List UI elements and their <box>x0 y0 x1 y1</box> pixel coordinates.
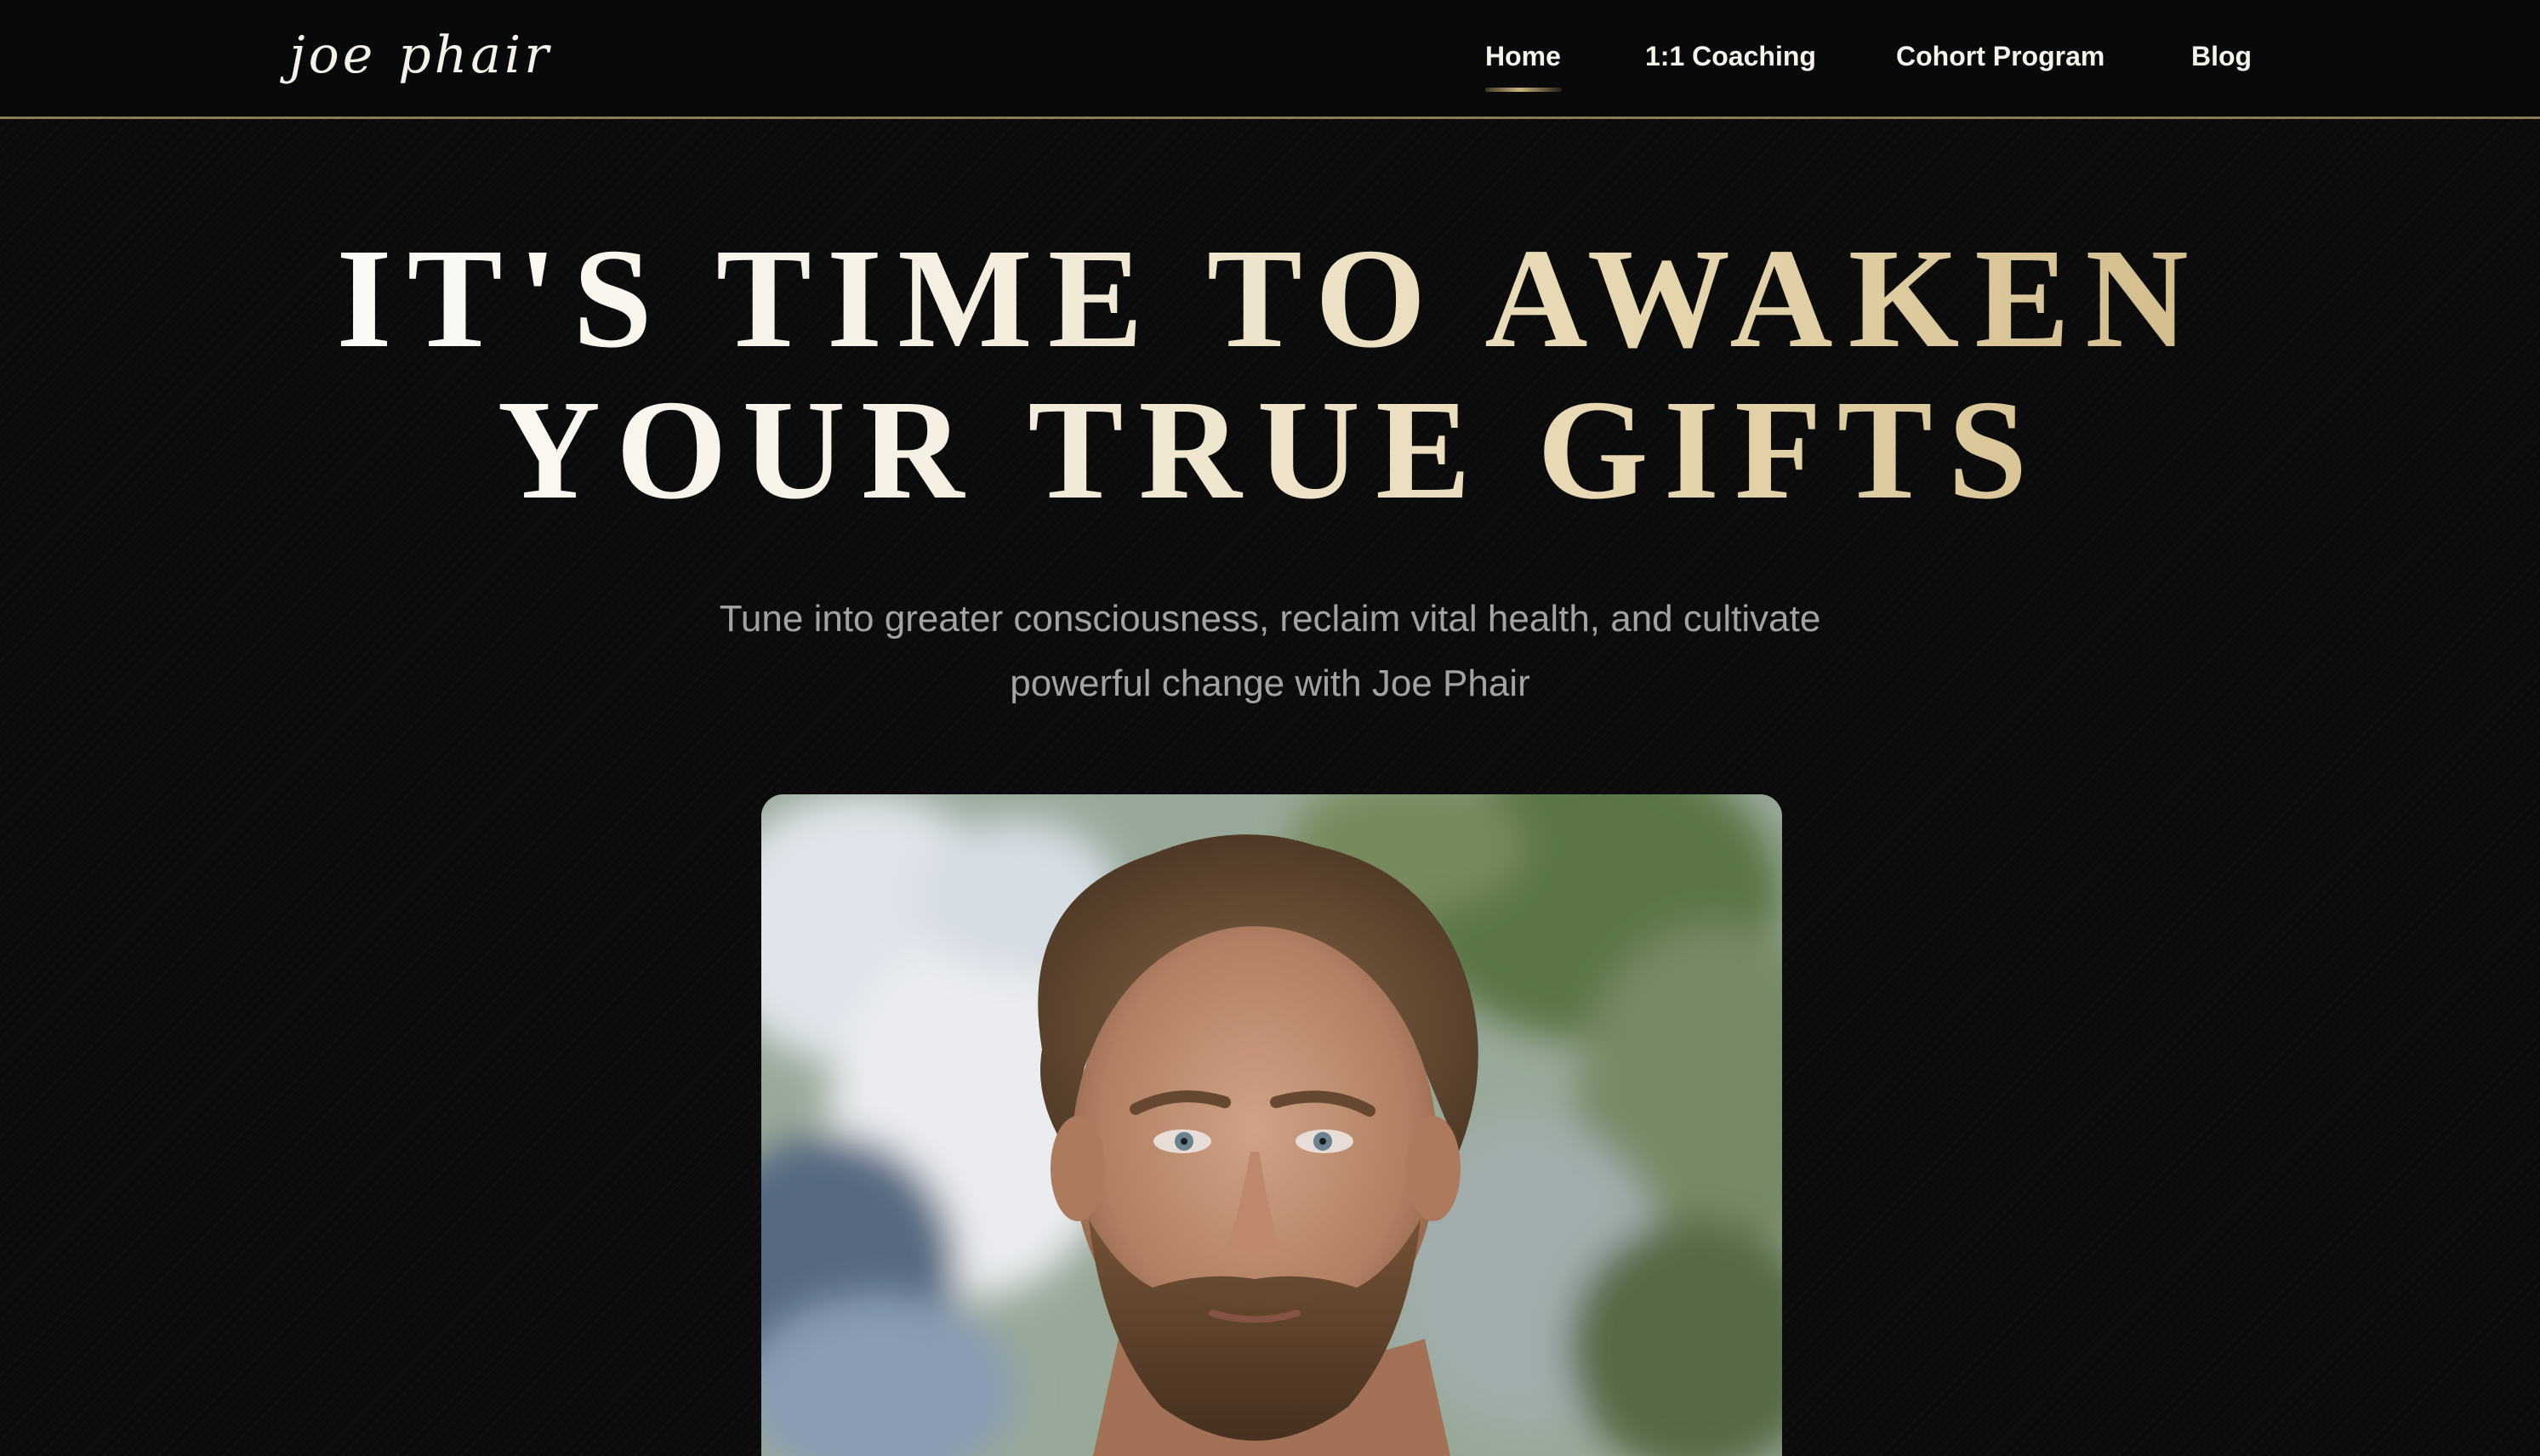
nav-blog-link[interactable]: Blog <box>2191 32 2252 80</box>
nav-cohort-program-link[interactable]: Cohort Program <box>1896 32 2104 80</box>
hero-title: IT'S TIME TO AWAKEN YOUR TRUE GIFTS <box>0 223 2540 526</box>
portrait-photo <box>761 794 1782 1456</box>
hero-subtitle: Tune into greater consciousness, reclaim… <box>0 587 2540 716</box>
hero-subtitle-line-2: powerful change with Joe Phair <box>1010 663 1530 704</box>
nav-home-link[interactable]: Home <box>1485 32 1561 80</box>
hero-subtitle-line-1: Tune into greater consciousness, reclaim… <box>719 598 1821 640</box>
hero-title-line-1: IT'S TIME TO AWAKEN <box>336 219 2204 378</box>
active-nav-indicator <box>1485 88 1562 92</box>
nav-coaching-link[interactable]: 1:1 Coaching <box>1645 32 1816 80</box>
main-nav: Home 1:1 Coaching Cohort Program Blog <box>0 32 2540 83</box>
hero-title-line-2: YOUR TRUE GIFTS <box>497 371 2043 529</box>
site-header: joe phair Home 1:1 Coaching Cohort Progra… <box>0 0 2540 119</box>
